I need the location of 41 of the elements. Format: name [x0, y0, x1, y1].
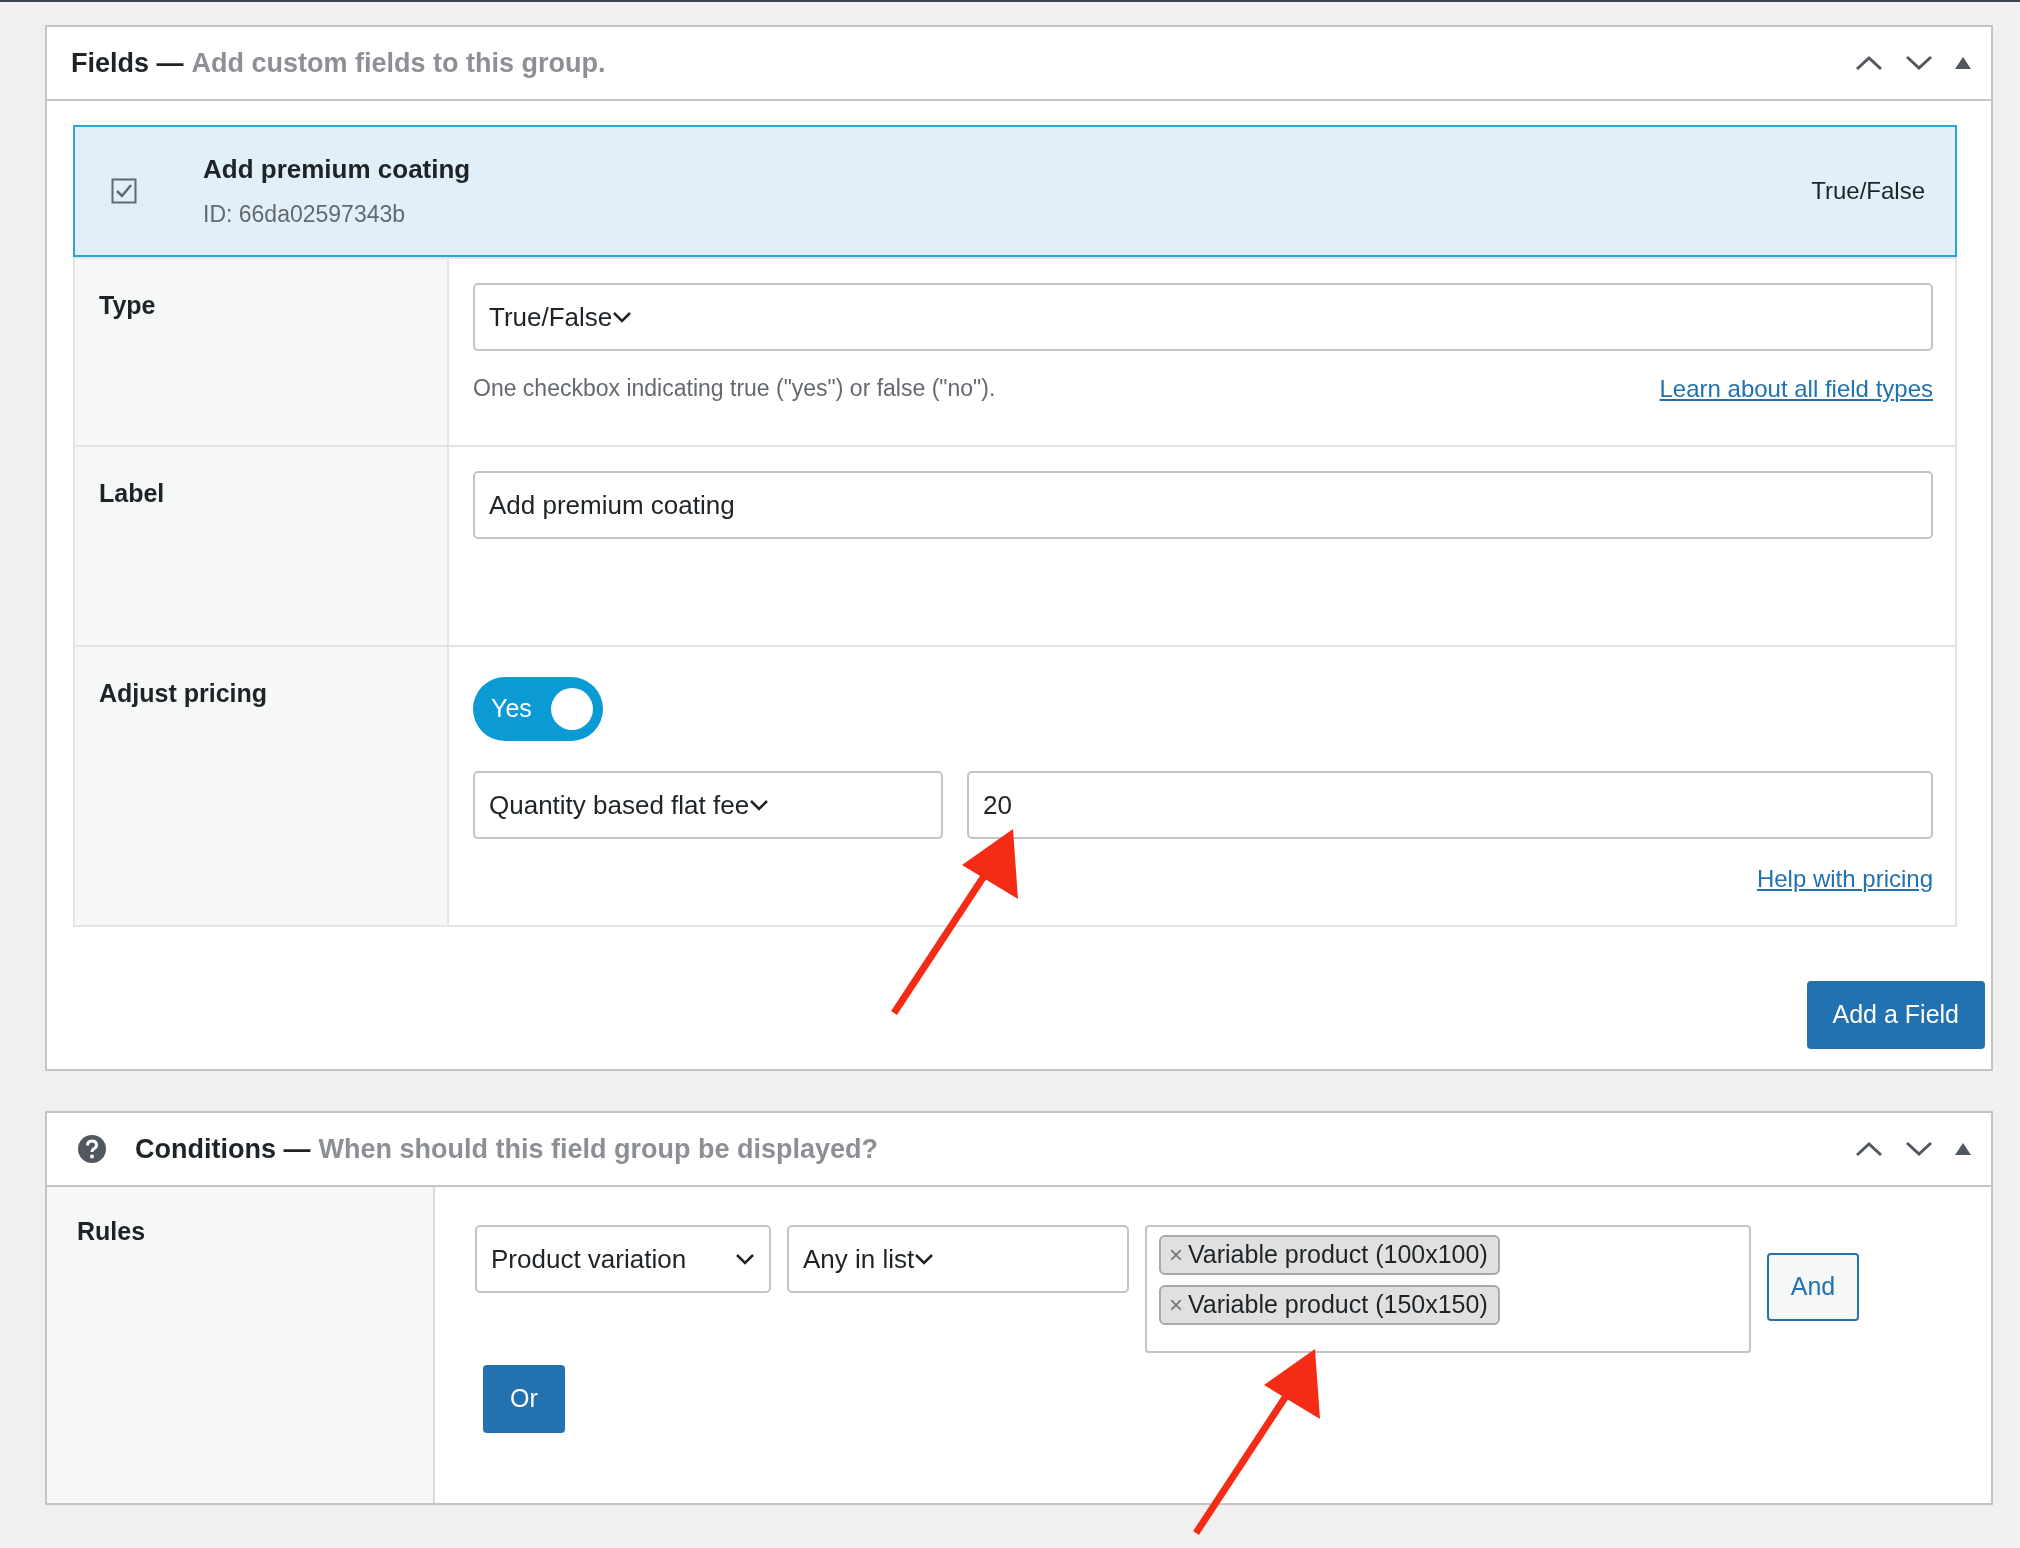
rule-operator-select[interactable]: Any in list [787, 1225, 1129, 1293]
chevron-up-icon[interactable] [1855, 55, 1883, 71]
rule-param-select[interactable]: Product variation [475, 1225, 771, 1293]
value-tag[interactable]: × Variable product (100x100) [1159, 1235, 1500, 1275]
field-type: True/False [1811, 176, 1925, 206]
pricing-select[interactable]: Quantity based flat fee [473, 771, 943, 839]
collapse-triangle-icon[interactable] [1955, 57, 1971, 69]
chevron-down-icon [735, 1253, 755, 1265]
collapse-triangle-icon[interactable] [1955, 1143, 1971, 1155]
panel-title: Fields — [71, 46, 184, 80]
type-select[interactable]: True/False [473, 283, 1933, 351]
panel-subtitle: Add custom fields to this group. [191, 46, 606, 80]
rules-label: Rules [47, 1187, 435, 1503]
chevron-down-icon[interactable] [1905, 55, 1933, 71]
tag-label: Variable product (100x100) [1188, 1239, 1488, 1271]
field-id: ID: 66da02597343b [203, 200, 407, 230]
help-icon [77, 1134, 107, 1164]
chevron-down-icon[interactable] [1905, 1141, 1933, 1157]
tag-label: Variable product (150x150) [1188, 1289, 1488, 1321]
add-field-button[interactable]: Add a Field [1806, 981, 1985, 1049]
field-type-description: One checkbox indicating true ("yes") or false ("no"). [473, 374, 996, 403]
setting-label: Adjust pricing [75, 647, 449, 925]
checkbox-icon [111, 178, 137, 204]
help-link[interactable]: Help with pricing [1756, 861, 1933, 897]
chevron-up-icon[interactable] [1855, 1141, 1883, 1157]
setting-label: Label [75, 447, 449, 645]
panel-subtitle: When should this field group be displayed? [318, 1132, 878, 1166]
setting-label: Type [75, 259, 449, 445]
amount-input[interactable]: 20 [967, 771, 1933, 839]
chevron-down-icon [612, 311, 633, 323]
multi-select-field[interactable]: × Variable product (100x100) × Variable product (150x150) [1145, 1225, 1751, 1353]
value-tag[interactable]: × Variable product (150x150) [1159, 1285, 1500, 1325]
panel-title: Conditions — [135, 1132, 311, 1166]
or-button[interactable]: Or [483, 1365, 565, 1433]
label-input[interactable]: Add premium coating [473, 471, 1933, 539]
chevron-down-icon [749, 799, 770, 811]
field-types-link[interactable]: Learn about all field types [1659, 371, 1933, 407]
chevron-down-icon [914, 1253, 935, 1265]
field-label: Add premium coating [203, 153, 471, 187]
and-button[interactable]: And [1767, 1253, 1859, 1321]
field-row[interactable]: Add premium coating ID: 66da02597343b True/False [73, 125, 1957, 257]
